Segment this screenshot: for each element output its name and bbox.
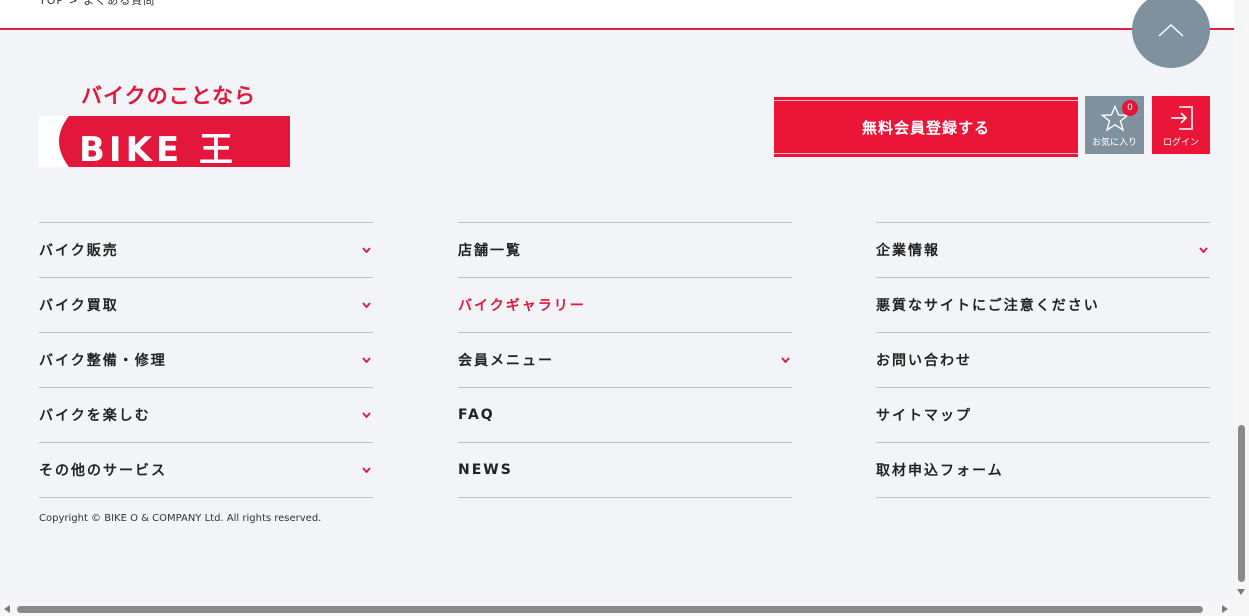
chevron-down-icon[interactable]: [362, 467, 371, 473]
footer-nav-item-sitemap[interactable]: サイトマップ: [876, 388, 1210, 443]
chevron-up-icon: [1158, 23, 1184, 37]
chevron-down-icon[interactable]: [781, 357, 790, 363]
footer-nav-item-member-menu[interactable]: 会員メニュー: [458, 333, 792, 388]
footer-nav-item-bike-maintenance[interactable]: バイク整備・修理: [39, 333, 373, 388]
logo-band: BIKE 王: [39, 116, 290, 170]
register-button-label: 無料会員登録する: [861, 118, 990, 137]
favorites-label: お気に入り: [1091, 138, 1137, 148]
footer-nav-item-store-list[interactable]: 店舗一覧: [458, 223, 792, 278]
horizontal-scrollbar[interactable]: [0, 602, 1234, 616]
footer-nav-item-news[interactable]: NEWS: [458, 443, 792, 498]
logo-brand-text: BIKE 王: [79, 130, 237, 170]
footer-nav-label: バイク買取: [39, 298, 119, 314]
chevron-down-icon[interactable]: [362, 247, 371, 253]
footer-nav-item-faq[interactable]: FAQ: [458, 388, 792, 443]
footer-nav-item-fraud-warning[interactable]: 悪質なサイトにご注意ください: [876, 278, 1210, 333]
scroll-left-arrow-icon[interactable]: [4, 605, 10, 613]
favorites-button[interactable]: 0 お気に入り: [1085, 96, 1144, 154]
footer-nav-item-bike-sales[interactable]: バイク販売: [39, 223, 373, 278]
footer-nav-label: 会員メニュー: [458, 353, 554, 369]
footer-nav-label: 取材申込フォーム: [876, 463, 1004, 479]
footer-nav-item-other-services[interactable]: その他のサービス: [39, 443, 373, 498]
chevron-down-icon[interactable]: [1199, 247, 1208, 253]
footer-nav-item-company-info[interactable]: 企業情報: [876, 223, 1210, 278]
vertical-scrollbar-thumb[interactable]: [1238, 425, 1245, 582]
footer-nav-item-bike-purchase[interactable]: バイク買取: [39, 278, 373, 333]
site-logo[interactable]: バイクのことなら BIKE 王: [39, 80, 291, 170]
top-bar: TOP > よくある質問: [0, 0, 1234, 30]
horizontal-scrollbar-thumb[interactable]: [17, 606, 1203, 613]
footer-nav-label: FAQ: [458, 407, 495, 423]
footer-nav-label: NEWS: [458, 462, 513, 478]
footer-nav-item-contact[interactable]: お問い合わせ: [876, 333, 1210, 388]
footer-nav-item-press-form[interactable]: 取材申込フォーム: [876, 443, 1210, 498]
footer-nav-label: サイトマップ: [876, 408, 972, 424]
register-button[interactable]: 無料会員登録する: [774, 97, 1078, 157]
footer-nav-label: バイクを楽しむ: [39, 408, 151, 424]
footer-nav-label: 企業情報: [876, 243, 940, 259]
chevron-down-icon[interactable]: [362, 357, 371, 363]
breadcrumb[interactable]: TOP > よくある質問: [39, 0, 155, 8]
login-arrow-icon: [1171, 106, 1193, 130]
logo-tagline: バイクのことなら: [81, 84, 256, 108]
logo-wheel-shape: [39, 116, 69, 167]
footer-nav-item-enjoy-bike[interactable]: バイクを楽しむ: [39, 388, 373, 443]
scroll-right-arrow-icon[interactable]: [1222, 605, 1228, 613]
login-button[interactable]: ログイン: [1152, 96, 1210, 154]
footer-nav-label: バイクギャラリー: [458, 298, 586, 314]
footer-nav-column-3: 企業情報 悪質なサイトにご注意ください お問い合わせ サイトマップ 取材申込フォ…: [876, 222, 1210, 498]
favorites-count-badge: 0: [1122, 100, 1138, 116]
login-label: ログイン: [1162, 138, 1199, 148]
scroll-down-arrow-icon[interactable]: [1237, 589, 1245, 595]
vertical-scrollbar[interactable]: [1234, 0, 1249, 602]
footer-nav-column-1: バイク販売 バイク買取 バイク整備・修理 バイクを楽しむ その他のサービス: [39, 222, 373, 498]
footer-nav-label: お問い合わせ: [876, 353, 972, 369]
footer-nav-label: バイク整備・修理: [39, 353, 167, 369]
footer-nav-item-bike-gallery[interactable]: バイクギャラリー: [458, 278, 792, 333]
footer-nav-label: 悪質なサイトにご注意ください: [876, 298, 1100, 314]
footer-nav-label: 店舗一覧: [458, 243, 522, 259]
scrollbar-corner: [1234, 602, 1249, 616]
chevron-down-icon[interactable]: [362, 302, 371, 308]
footer-nav-label: その他のサービス: [39, 463, 167, 479]
page-top-button[interactable]: [1132, 0, 1210, 68]
copyright-text: Copyright © BIKE O & COMPANY Ltd. All ri…: [39, 513, 322, 524]
chevron-down-icon[interactable]: [362, 412, 371, 418]
footer-nav-column-2: 店舗一覧 バイクギャラリー 会員メニュー FAQ NEWS: [458, 222, 792, 498]
footer-nav-label: バイク販売: [39, 243, 119, 259]
